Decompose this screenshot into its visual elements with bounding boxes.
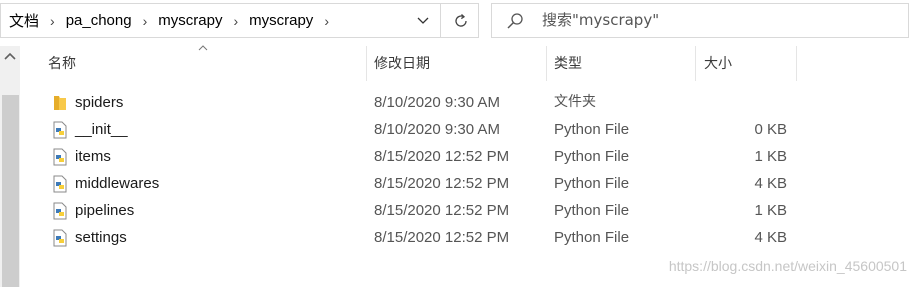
column-header-date-modified[interactable]: 修改日期 bbox=[374, 46, 430, 84]
file-type: Python File bbox=[554, 229, 630, 246]
column-header-type[interactable]: 类型 bbox=[554, 46, 582, 84]
chevron-right-icon[interactable]: › bbox=[143, 13, 148, 29]
file-type: Python File bbox=[554, 202, 630, 219]
breadcrumb-item-pa-chong[interactable]: pa_chong bbox=[66, 12, 132, 29]
file-date-modified: 8/10/2020 9:30 AM bbox=[374, 121, 500, 138]
file-row[interactable]: settings 8/15/2020 12:52 PM Python File … bbox=[44, 224, 804, 251]
scrollbar-thumb[interactable] bbox=[2, 95, 19, 287]
file-type: Python File bbox=[554, 121, 630, 138]
python-file-icon bbox=[53, 229, 67, 247]
python-file-icon bbox=[53, 175, 67, 193]
breadcrumb-item-myscrapy-parent[interactable]: myscrapy bbox=[158, 12, 222, 29]
column-divider[interactable] bbox=[695, 46, 696, 81]
file-name: items bbox=[75, 148, 111, 165]
file-row[interactable]: spiders 8/10/2020 9:30 AM 文件夹 bbox=[44, 89, 804, 116]
file-name: middlewares bbox=[75, 175, 160, 192]
file-size: 1 KB bbox=[754, 202, 787, 219]
refresh-icon bbox=[454, 13, 467, 27]
address-history-dropdown-button[interactable] bbox=[408, 4, 438, 37]
file-size: 4 KB bbox=[754, 229, 787, 246]
column-divider[interactable] bbox=[366, 46, 367, 81]
file-date-modified: 8/10/2020 9:30 AM bbox=[374, 94, 500, 111]
file-date-modified: 8/15/2020 12:52 PM bbox=[374, 229, 510, 246]
address-divider bbox=[440, 4, 441, 37]
file-name: __init__ bbox=[75, 121, 128, 138]
address-bar[interactable]: 文档 › pa_chong › myscrapy › myscrapy › bbox=[0, 3, 479, 38]
file-name: settings bbox=[75, 229, 127, 246]
watermark-text: https://blog.csdn.net/weixin_45600501 bbox=[668, 258, 907, 274]
python-file-icon bbox=[53, 202, 67, 220]
file-type: Python File bbox=[554, 175, 630, 192]
file-row[interactable]: middlewares 8/15/2020 12:52 PM Python Fi… bbox=[44, 170, 804, 197]
file-size: 4 KB bbox=[754, 175, 787, 192]
breadcrumb-item-myscrapy-current[interactable]: myscrapy bbox=[249, 12, 313, 29]
file-name: spiders bbox=[75, 94, 124, 111]
column-divider[interactable] bbox=[796, 46, 797, 81]
file-row[interactable]: items 8/15/2020 12:52 PM Python File 1 K… bbox=[44, 143, 804, 170]
folder-icon bbox=[54, 96, 66, 110]
file-row[interactable]: pipelines 8/15/2020 12:52 PM Python File… bbox=[44, 197, 804, 224]
python-file-icon bbox=[53, 148, 67, 166]
scroll-up-arrow-icon[interactable] bbox=[3, 51, 17, 61]
search-input[interactable]: 搜索"myscrapy" bbox=[542, 4, 659, 37]
chevron-right-icon[interactable]: › bbox=[50, 13, 55, 29]
breadcrumb-item-documents[interactable]: 文档 bbox=[9, 10, 39, 31]
file-name: pipelines bbox=[75, 202, 135, 219]
chevron-right-icon[interactable]: › bbox=[324, 13, 329, 29]
file-date-modified: 8/15/2020 12:52 PM bbox=[374, 175, 510, 192]
search-box[interactable]: 搜索"myscrapy" bbox=[491, 3, 909, 38]
file-size: 1 KB bbox=[754, 148, 787, 165]
refresh-button[interactable] bbox=[442, 4, 479, 37]
search-icon bbox=[507, 13, 523, 29]
file-date-modified: 8/15/2020 12:52 PM bbox=[374, 202, 510, 219]
column-divider[interactable] bbox=[546, 46, 547, 81]
file-size: 0 KB bbox=[754, 121, 787, 138]
column-header-name[interactable]: 名称 bbox=[48, 46, 76, 84]
file-row[interactable]: __init__ 8/10/2020 9:30 AM Python File 0… bbox=[44, 116, 804, 143]
sort-ascending-caret-icon bbox=[198, 45, 208, 51]
breadcrumb: 文档 › pa_chong › myscrapy › myscrapy › bbox=[9, 4, 340, 37]
file-date-modified: 8/15/2020 12:52 PM bbox=[374, 148, 510, 165]
file-type: Python File bbox=[554, 148, 630, 165]
chevron-down-icon bbox=[417, 17, 429, 24]
chevron-right-icon[interactable]: › bbox=[233, 13, 238, 29]
column-header-size[interactable]: 大小 bbox=[704, 46, 732, 84]
file-type: 文件夹 bbox=[554, 94, 596, 110]
python-file-icon bbox=[53, 121, 67, 139]
